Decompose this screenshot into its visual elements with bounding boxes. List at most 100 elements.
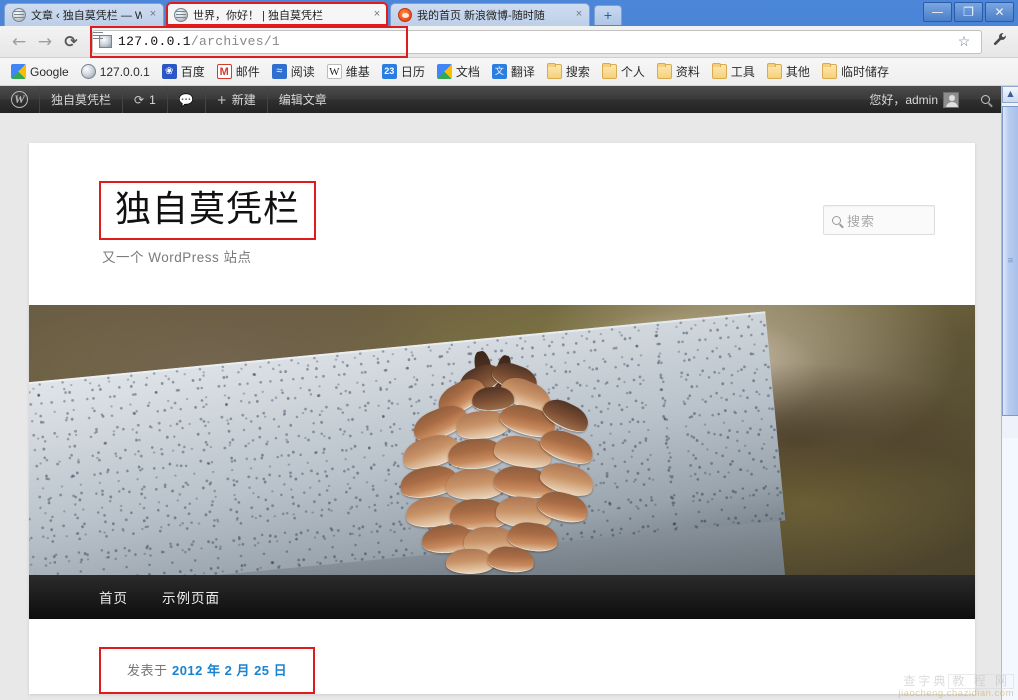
minimize-icon: — bbox=[931, 5, 944, 19]
adminbar-new[interactable]: + 新建 bbox=[206, 86, 268, 113]
tab-1-active[interactable]: 世界，你好！ | 独自莫凭栏 × bbox=[166, 2, 388, 26]
bookmark-calendar[interactable]: 日历 bbox=[377, 61, 430, 82]
watermark-line2: jiaocheng.chazidian.com bbox=[898, 687, 1014, 699]
tab-strip: 文章 ‹ 独自莫凭栏 — Wor × 世界，你好！ | 独自莫凭栏 × 我的首页… bbox=[0, 0, 1018, 26]
tab-2[interactable]: 我的首页 新浪微博-随时随 × bbox=[390, 3, 590, 26]
bookmark-folder-tools[interactable]: 工具 bbox=[707, 61, 760, 82]
globe-icon bbox=[80, 64, 96, 79]
bookmark-baidu[interactable]: 百度 bbox=[157, 61, 210, 82]
nav-item-home[interactable]: 首页 bbox=[99, 587, 128, 607]
minimize-button[interactable]: — bbox=[923, 2, 952, 22]
watermark-line1: 查字典教 程 网 bbox=[854, 674, 1014, 689]
adminbar-site-name[interactable]: 独自莫凭栏 bbox=[40, 86, 124, 113]
scrollbar-thumb[interactable] bbox=[1002, 106, 1018, 416]
bookmark-mail[interactable]: 邮件 bbox=[212, 61, 265, 82]
window-controls: — ❐ ✕ bbox=[923, 2, 1014, 22]
bookmark-docs[interactable]: 文档 bbox=[432, 61, 485, 82]
site-description: 又一个 WordPress 站点 bbox=[102, 250, 252, 266]
bookmark-google[interactable]: Google bbox=[6, 62, 74, 81]
url-text: 127.0.0.1/archives/1 bbox=[118, 34, 280, 49]
tab-close-icon[interactable]: × bbox=[573, 9, 585, 21]
back-button[interactable]: ← bbox=[6, 29, 32, 55]
google-icon bbox=[11, 64, 26, 79]
adminbar-updates[interactable]: ⟳ 1 bbox=[123, 86, 168, 113]
tab-0[interactable]: 文章 ‹ 独自莫凭栏 — Wor × bbox=[4, 3, 164, 26]
url-host: 127.0.0.1 bbox=[118, 34, 191, 49]
adminbar-account[interactable]: 您好，admin bbox=[858, 86, 970, 113]
watermark-brand-box: 教 程 网 bbox=[948, 674, 1014, 689]
bookmark-label: 127.0.0.1 bbox=[99, 64, 150, 79]
url-path: /archives/1 bbox=[190, 34, 281, 49]
bookmark-label: 翻译 bbox=[510, 65, 535, 79]
post-date-highlight-box: 发表于 2012 年 2 月 25 日 bbox=[99, 647, 316, 694]
folder-icon bbox=[656, 63, 672, 79]
adminbar-search[interactable] bbox=[970, 86, 1001, 113]
scroll-up-button[interactable]: ▲ bbox=[1002, 86, 1018, 103]
browser-toolbar: ← → ⟳ 127.0.0.1/archives/1 ☆ bbox=[0, 25, 1018, 58]
wikipedia-icon bbox=[326, 64, 342, 79]
site-title[interactable]: 独自莫凭栏 bbox=[115, 189, 300, 230]
wrench-icon[interactable] bbox=[988, 32, 1012, 51]
plus-icon: + bbox=[216, 92, 227, 107]
site-title-highlight-box: 独自莫凭栏 bbox=[99, 181, 317, 241]
close-button[interactable]: ✕ bbox=[985, 2, 1014, 22]
nav-item-sample-page[interactable]: 示例页面 bbox=[162, 587, 220, 607]
bookmark-folder-personal[interactable]: 个人 bbox=[597, 61, 650, 82]
bookmark-127-0-0-1[interactable]: 127.0.0.1 bbox=[76, 62, 155, 81]
reload-button[interactable]: ⟳ bbox=[58, 29, 84, 55]
bookmark-label: 其他 bbox=[785, 65, 810, 79]
scrollbar-track[interactable] bbox=[1002, 438, 1018, 700]
primary-navigation: 首页 示例页面 bbox=[29, 575, 975, 619]
bookmark-reader[interactable]: 阅读 bbox=[267, 61, 320, 82]
globe-icon bbox=[99, 35, 112, 48]
wordpress-logo-icon[interactable]: W bbox=[0, 86, 40, 113]
pinecone-icon bbox=[384, 349, 604, 575]
adminbar-right: 您好，admin bbox=[858, 86, 1001, 113]
bookmark-star-icon[interactable]: ☆ bbox=[953, 33, 975, 50]
search-input[interactable]: 搜索 bbox=[847, 211, 875, 230]
browser-window: 文章 ‹ 独自莫凭栏 — Wor × 世界，你好！ | 独自莫凭栏 × 我的首页… bbox=[0, 0, 1018, 700]
bookmark-label: 邮件 bbox=[235, 65, 260, 79]
reader-icon bbox=[271, 64, 287, 79]
tab-title: 我的首页 新浪微博-随时随 bbox=[417, 10, 545, 22]
greeting-label: 您好，admin bbox=[869, 93, 938, 107]
site-branding: 独自莫凭栏 又一个 WordPress 站点 搜索 bbox=[29, 143, 975, 305]
site-search-form[interactable]: 搜索 bbox=[823, 205, 935, 235]
tab-close-icon[interactable]: × bbox=[147, 9, 159, 21]
site-content: 发表于 2012 年 2 月 25 日 bbox=[29, 619, 975, 694]
restore-button[interactable]: ❐ bbox=[954, 2, 983, 22]
tab-title: 文章 ‹ 独自莫凭栏 — Wor bbox=[31, 10, 142, 22]
bookmark-label: 临时储存 bbox=[840, 65, 889, 79]
calendar-icon bbox=[381, 64, 397, 79]
bookmark-wiki[interactable]: 维基 bbox=[322, 61, 375, 82]
bookmark-folder-materials[interactable]: 资料 bbox=[652, 61, 705, 82]
omnibox-wrapper: 127.0.0.1/archives/1 ☆ bbox=[90, 25, 982, 58]
refresh-icon: ⟳ bbox=[134, 92, 145, 107]
bookmarks-bar: Google 127.0.0.1 百度 邮件 阅读 维基 日历 文档 翻译 搜索… bbox=[0, 58, 1018, 86]
address-bar[interactable]: 127.0.0.1/archives/1 ☆ bbox=[92, 29, 982, 54]
new-tab-button[interactable]: + bbox=[594, 5, 622, 25]
bookmark-translate[interactable]: 翻译 bbox=[487, 61, 540, 82]
post-date-link[interactable]: 2012 年 2 月 25 日 bbox=[172, 663, 287, 678]
avatar bbox=[943, 91, 959, 108]
header-image[interactable] bbox=[29, 305, 975, 575]
wordpress-admin-bar: W 独自莫凭栏 ⟳ 1 💬 + 新建 编辑文章 您好，admin bbox=[0, 86, 1001, 113]
watermark-brand: 查字典 bbox=[903, 674, 949, 688]
close-icon: ✕ bbox=[994, 5, 1005, 19]
tab-close-icon[interactable]: × bbox=[371, 8, 383, 21]
adminbar-comments[interactable]: 💬 bbox=[168, 86, 206, 113]
bookmark-folder-search[interactable]: 搜索 bbox=[542, 61, 595, 82]
bookmark-label: Google bbox=[30, 64, 69, 79]
wrench-glyph bbox=[993, 33, 1006, 46]
bookmark-folder-temp[interactable]: 临时储存 bbox=[817, 61, 894, 82]
folder-icon bbox=[601, 63, 617, 79]
globe-icon bbox=[12, 8, 26, 22]
tab-title: 世界，你好！ | 独自莫凭栏 bbox=[193, 9, 323, 22]
comment-icon: 💬 bbox=[178, 92, 194, 107]
google-icon bbox=[436, 64, 452, 79]
forward-button[interactable]: → bbox=[32, 29, 58, 55]
bookmark-folder-others[interactable]: 其他 bbox=[762, 61, 815, 82]
new-label: 新建 bbox=[231, 93, 256, 107]
vertical-scrollbar[interactable]: ▲ bbox=[1001, 86, 1018, 700]
adminbar-edit-post[interactable]: 编辑文章 bbox=[268, 86, 338, 113]
